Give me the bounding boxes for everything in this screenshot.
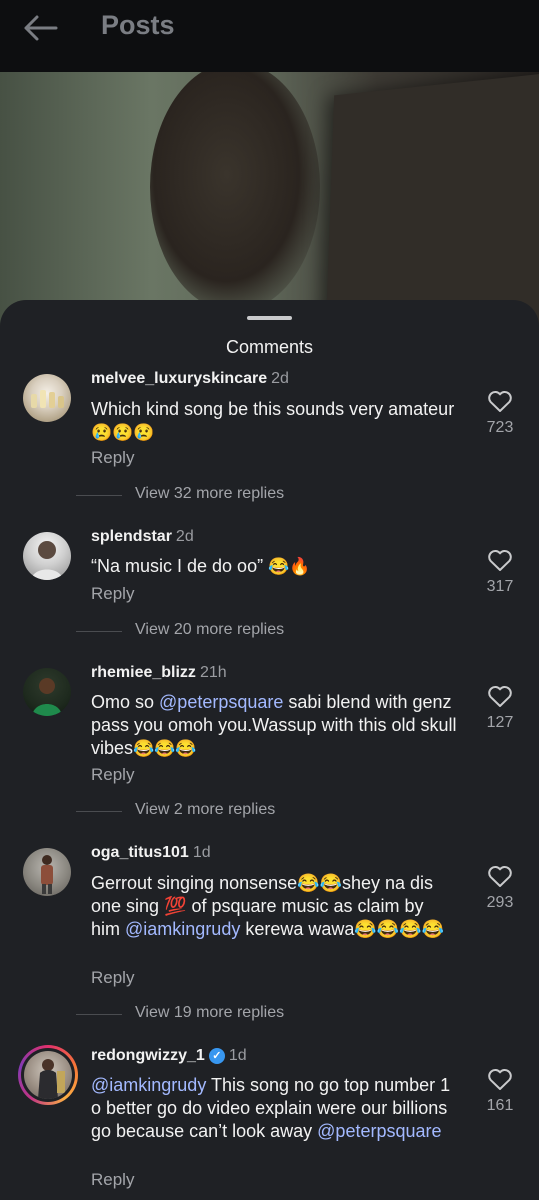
comment-username[interactable]: rhemiee_blizz 21h [91, 664, 227, 682]
video-object [323, 72, 539, 332]
like-button[interactable]: 127 [476, 684, 524, 732]
comment-emoji: 😂🔥 [268, 557, 311, 576]
comment-username[interactable]: splendstar 2d [91, 528, 194, 546]
avatar [21, 1048, 75, 1102]
heart-icon [488, 391, 512, 412]
comments-sheet: Comments melvee_luxuryskincare 2d Which k… [0, 300, 539, 1200]
comment-text: @iamkingrudy This song no go top number … [91, 1075, 451, 1141]
like-button[interactable]: 723 [476, 389, 524, 437]
heart-icon [488, 1069, 512, 1090]
like-button[interactable]: 317 [476, 548, 524, 596]
reply-button[interactable]: Reply [91, 765, 134, 785]
reply-button[interactable]: Reply [91, 968, 134, 988]
video-subject [150, 72, 320, 312]
divider-line [76, 811, 122, 812]
video-preview[interactable] [0, 72, 539, 332]
avatar[interactable] [23, 532, 71, 580]
like-button[interactable]: 293 [476, 864, 524, 912]
like-count: 161 [486, 1097, 514, 1114]
like-count: 317 [486, 578, 514, 595]
view-replies-label: View 2 more replies [135, 801, 276, 818]
comment-text: Omo so @peterpsquare sabi blend with gen… [91, 692, 457, 758]
sheet-title: Comments [225, 337, 314, 357]
like-button[interactable]: 161 [476, 1067, 524, 1115]
view-replies-label: View 20 more replies [135, 621, 285, 638]
heart-icon [488, 866, 512, 887]
comment-time: 1d [228, 1047, 247, 1064]
divider-line [76, 1014, 122, 1015]
avatar-image [31, 390, 64, 408]
arrow-left-icon [24, 15, 58, 41]
comment-emoji: 😂😂😂 [133, 739, 197, 758]
divider-line [76, 495, 122, 496]
mention-link[interactable]: @peterpsquare [159, 692, 283, 712]
comment-text: Which kind song be this sounds very amat… [91, 399, 455, 442]
divider-line [76, 631, 122, 632]
avatar-story-ring[interactable] [18, 1045, 78, 1105]
sheet-drag-handle[interactable] [247, 316, 292, 320]
reply-button[interactable]: Reply [91, 584, 134, 604]
mention-link[interactable]: @peterpsquare [317, 1121, 441, 1141]
comment-time: 1d [192, 844, 211, 861]
comment-text: “Na music I de do oo” 😂🔥 [91, 556, 311, 576]
like-count: 127 [486, 714, 514, 731]
like-count: 293 [486, 894, 514, 911]
comment-time: 2d [175, 528, 194, 545]
heart-icon [488, 550, 512, 571]
comment-emoji: 😢😢😢 [91, 423, 155, 442]
avatar-image [32, 678, 62, 716]
view-replies-label: View 19 more replies [135, 1004, 285, 1021]
comment-time: 21h [199, 664, 227, 681]
comment-username[interactable]: redongwizzy_1 ✓ 1d [91, 1047, 247, 1065]
avatar-image [41, 855, 53, 894]
avatar[interactable] [23, 668, 71, 716]
comment-username[interactable]: melvee_luxuryskincare 2d [91, 370, 289, 388]
comment-text: Gerrout singing nonsense😂😂shey na dis on… [91, 873, 445, 939]
mention-link[interactable]: @iamkingrudy [91, 1075, 206, 1095]
reply-button[interactable]: Reply [91, 448, 134, 468]
page-title: Posts [101, 10, 175, 40]
heart-icon [488, 686, 512, 707]
avatar-image [31, 541, 63, 580]
avatar-image [38, 1059, 65, 1099]
mention-link[interactable]: @iamkingrudy [125, 919, 240, 939]
avatar[interactable] [23, 374, 71, 422]
comment-time: 2d [271, 370, 289, 387]
comment-username[interactable]: oga_titus101 1d [91, 844, 211, 862]
top-bar: Posts [0, 0, 539, 72]
like-count: 723 [486, 419, 514, 436]
back-button[interactable] [22, 12, 58, 44]
avatar[interactable] [23, 848, 71, 896]
reply-button[interactable]: Reply [91, 1170, 134, 1190]
verified-badge-icon: ✓ [208, 1048, 225, 1064]
view-replies-label: View 32 more replies [135, 485, 285, 502]
